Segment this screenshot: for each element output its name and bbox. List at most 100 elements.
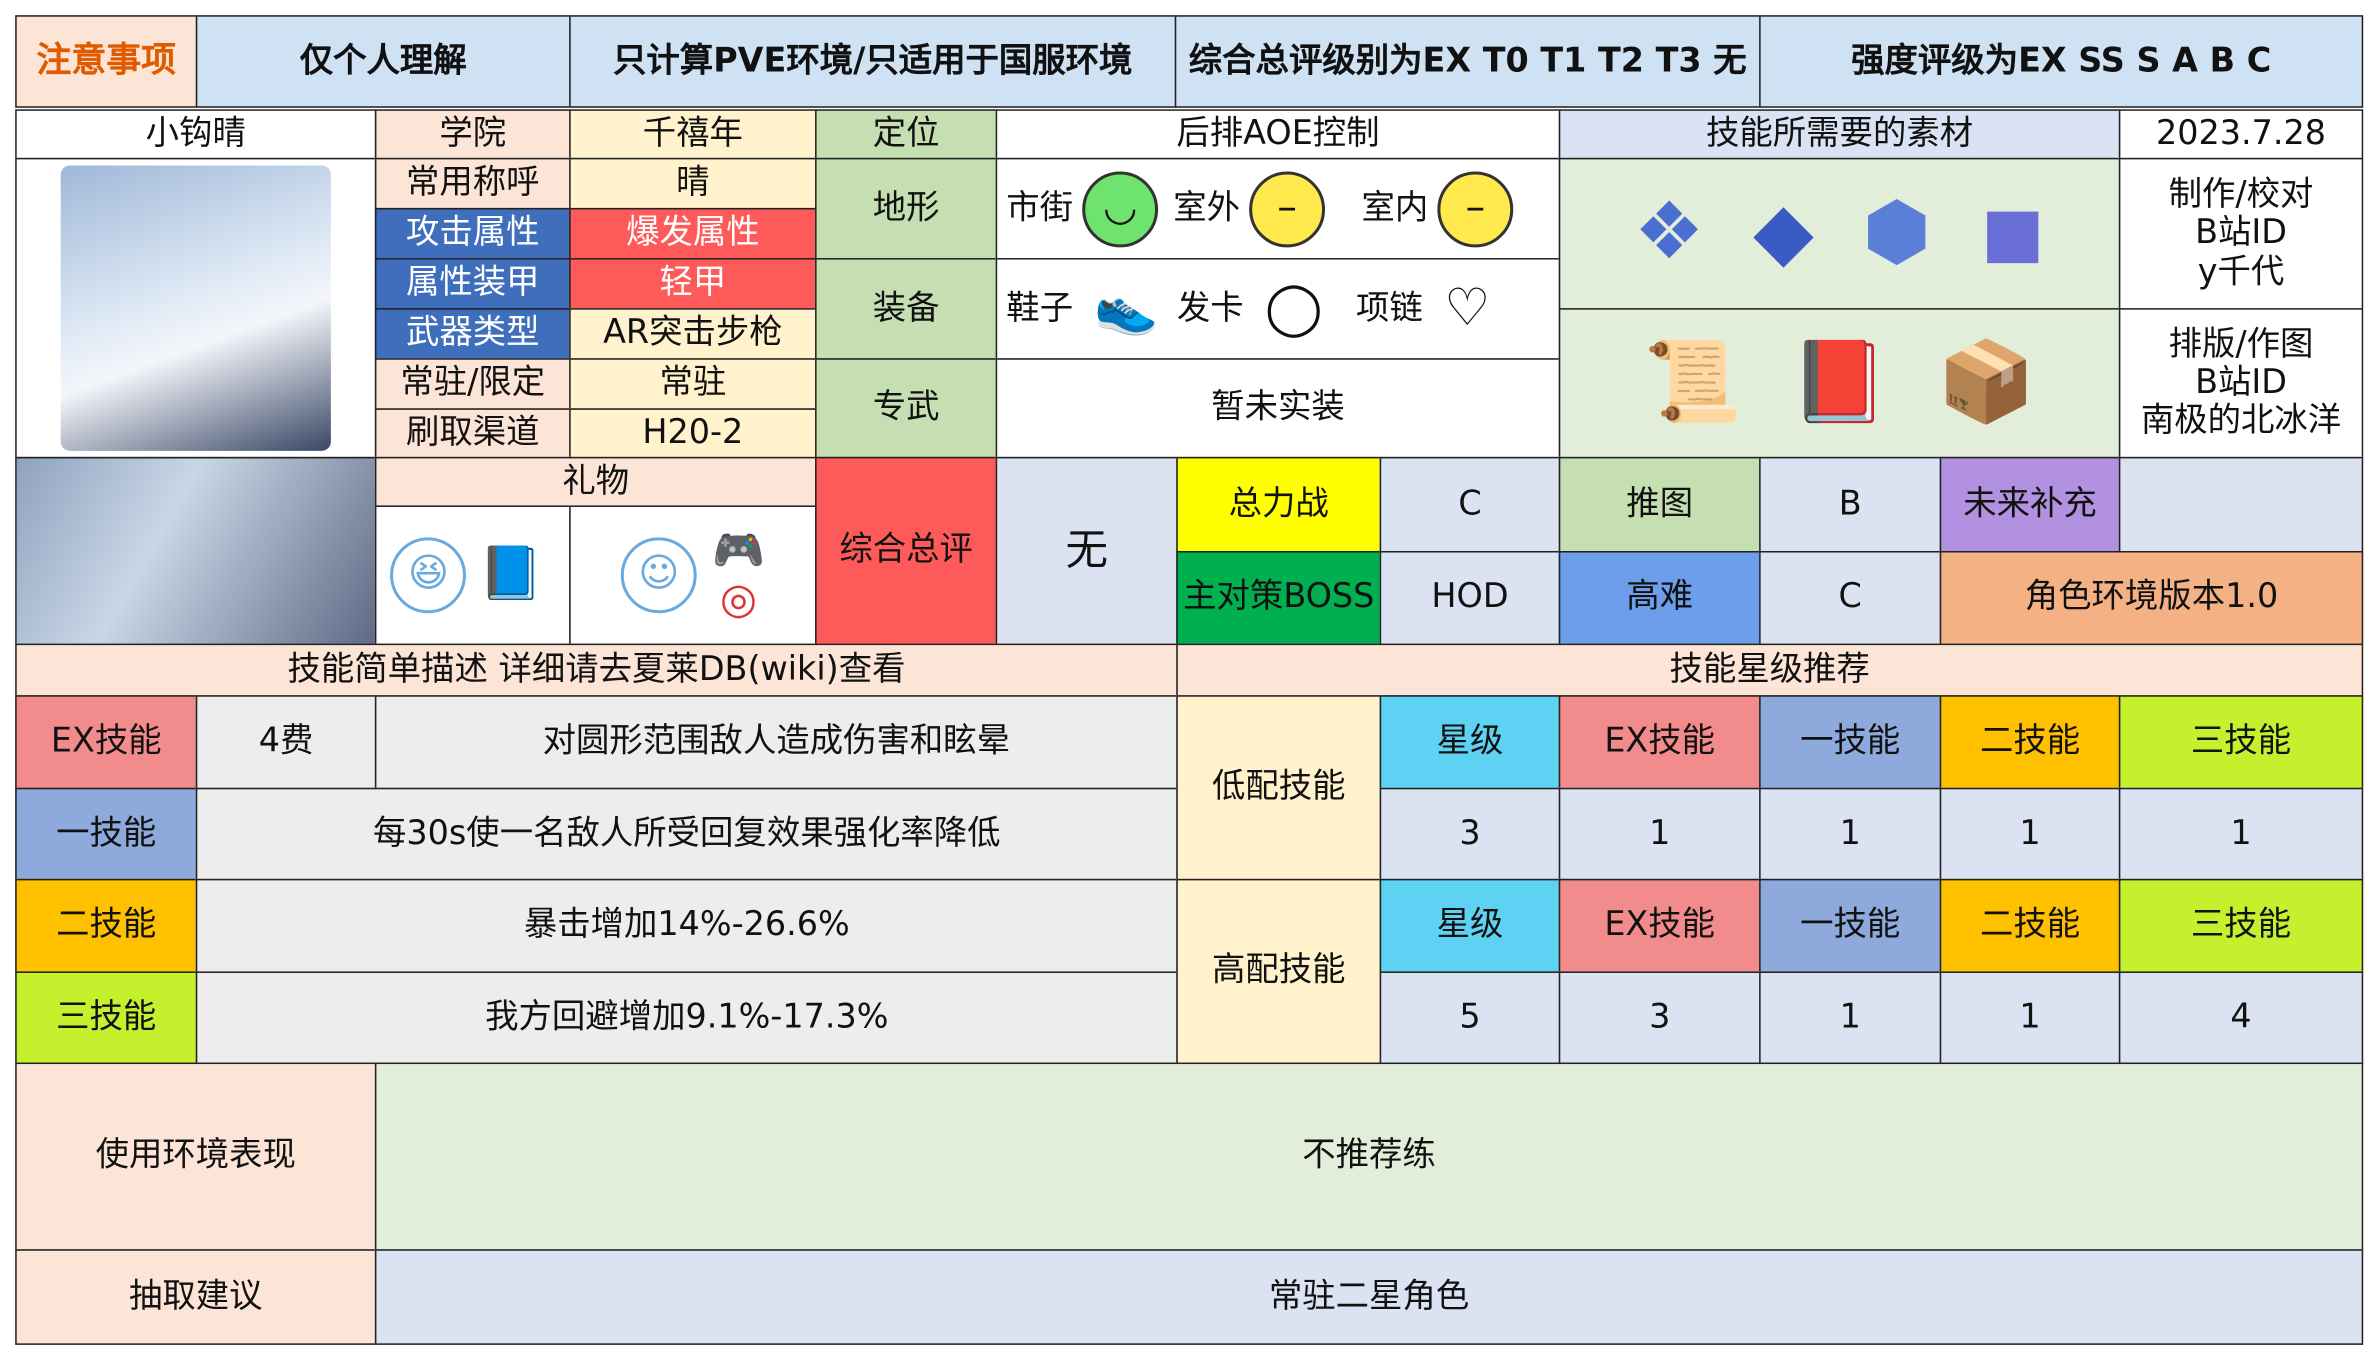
overall-value: 无 [995,456,1178,646]
equip-necklace: 项链 [1356,289,1423,328]
terrain-outdoor: 室外 [1173,189,1241,228]
equipment-row: 鞋子 👟 发卡 ◯ 项链 ♡ [995,258,1561,360]
crystal-cube-icon: ◼ [1979,186,2046,278]
scope-header: 只计算PVE环境/只适用于国服环境 [569,15,1177,108]
credits-maker: 制作/校对 B站ID y千代 [2118,157,2364,310]
neutral-face-icon: – [1249,170,1326,247]
field-availability-label: 常驻/限定 [374,358,571,410]
low-value-s2: 1 [1939,787,2121,881]
hard-label: 高难 [1558,550,1761,646]
field-armor-label: 属性装甲 [374,258,571,310]
date: 2023.7.28 [2118,109,2364,160]
neutral-face-icon: – [1437,170,1514,247]
low-config-label: 低配技能 [1176,695,1382,881]
materials-row-2: 📜 📕 📦 [1558,308,2121,459]
high-value-ex: 3 [1558,971,1761,1065]
gift-cell-2: ☺ 🎮 ◎ [569,505,817,646]
field-academy-value: 千禧年 [569,109,817,160]
stage-label: 推图 [1558,456,1761,553]
total-war-label: 总力战 [1176,456,1382,553]
high-header-s1: 一技能 [1759,878,1942,973]
credits-layout: 排版/作图 B站ID 南极的北冰洋 [2118,308,2364,459]
field-attack-value: 爆发属性 [569,207,817,260]
character-sheet: 注意事项 仅个人理解 只计算PVE环境/只适用于国服环境 综合总评级别为EX T… [0,0,2380,1360]
book-icon: 📕 [1790,336,1889,428]
notice-header: 注意事项 [15,15,198,108]
skill-ex-desc: 对圆形范围敌人造成伤害和眩晕 [374,695,1178,790]
high-header-ex: EX技能 [1558,878,1761,973]
low-header-s1: 一技能 [1759,695,1942,790]
crystal-shard-icon: ❖ [1633,186,1705,278]
version-label: 角色环境版本1.0 [1939,550,2364,646]
skill-1-label: 一技能 [15,787,198,881]
hard-value: C [1759,550,1942,646]
terrain-label: 地形 [815,157,998,260]
usage-value: 不推荐练 [374,1062,2364,1251]
credits-maker-title: 制作/校对 [2168,176,2314,215]
future-value [2118,456,2364,553]
usage-label: 使用环境表现 [15,1062,377,1251]
field-nickname-label: 常用称呼 [374,157,571,210]
field-attack-label: 攻击属性 [374,207,571,260]
credits-layout-title: 排版/作图 [2168,325,2314,364]
equipment-label: 装备 [815,258,998,360]
gift-label: 礼物 [374,456,817,507]
high-header-s3: 三技能 [2118,878,2364,973]
field-nickname-value: 晴 [569,157,817,210]
character-scene-image [15,456,377,646]
low-value-ex: 1 [1558,787,1761,881]
recommend-title: 技能星级推荐 [1176,643,2364,697]
materials-row-1: ❖ ◆ ⬢ ◼ [1558,157,2121,310]
scroll-note-icon: 📜 [1643,336,1742,428]
personal-note-header: 仅个人理解 [195,15,571,108]
total-war-value: C [1379,456,1561,553]
field-availability-value: 常驻 [569,358,817,410]
unique-weapon-value: 暂未实装 [995,358,1561,459]
gacha-label: 抽取建议 [15,1249,377,1345]
laugh-face-icon: 😆 [390,537,467,614]
high-value-s1: 1 [1759,971,1942,1065]
ring-icon: ◎ [719,573,757,624]
skill-1-desc: 每30s使一名敌人所受回复效果强化率降低 [195,787,1178,881]
credits-layout-platform: B站ID [2195,364,2287,403]
equip-hairband: 发卡 [1176,289,1244,328]
high-config-label: 高配技能 [1176,878,1382,1065]
high-value-star: 5 [1379,971,1561,1065]
stage-value: B [1759,456,1942,553]
field-farm-value: H20-2 [569,408,817,459]
hairband-icon: ◯ [1264,277,1323,339]
skill-2-label: 二技能 [15,878,198,973]
shoes-icon: 👟 [1094,277,1159,339]
low-value-star: 3 [1379,787,1561,881]
position-value: 后排AOE控制 [995,109,1561,160]
portrait-cell [15,157,377,459]
equip-shoes: 鞋子 [1006,289,1074,328]
skill-2-desc: 暴击增加14%-26.6% [195,878,1178,973]
terrain-street: 市街 [1006,189,1074,228]
gift-cell-1: 😆 📘 [374,505,571,646]
book-bundle-icon: 📦 [1937,336,2036,428]
smile-face-icon: ☺ [620,537,697,614]
field-weapon-label: 武器类型 [374,308,571,360]
rating-levels-header: 综合总评级别为EX T0 T1 T2 T3 无 [1174,15,1761,108]
game-console-icon: 🎮 [711,524,765,575]
strength-levels-header: 强度评级为EX SS S A B C [1759,15,2364,108]
crystal-icon: ◆ [1753,186,1814,278]
credits-maker-name: y千代 [2197,252,2285,291]
low-value-s3: 1 [2118,787,2364,881]
field-weapon-value: AR突击步枪 [569,308,817,360]
low-value-s1: 1 [1759,787,1942,881]
position-label: 定位 [815,109,998,160]
crystal-block-icon: ⬢ [1862,186,1932,278]
high-header-star: 星级 [1379,878,1561,973]
boss-label: 主对策BOSS [1176,550,1382,646]
future-label: 未来补充 [1939,456,2121,553]
boss-value: HOD [1379,550,1561,646]
skill-3-desc: 我方回避增加9.1%-17.3% [195,971,1178,1065]
materials-label: 技能所需要的素材 [1558,109,2121,160]
unique-weapon-label: 专武 [815,358,998,459]
overall-label: 综合总评 [815,456,998,646]
field-armor-value: 轻甲 [569,258,817,310]
smile-face-icon: ◡ [1082,170,1159,247]
skill-ex-label: EX技能 [15,695,198,790]
